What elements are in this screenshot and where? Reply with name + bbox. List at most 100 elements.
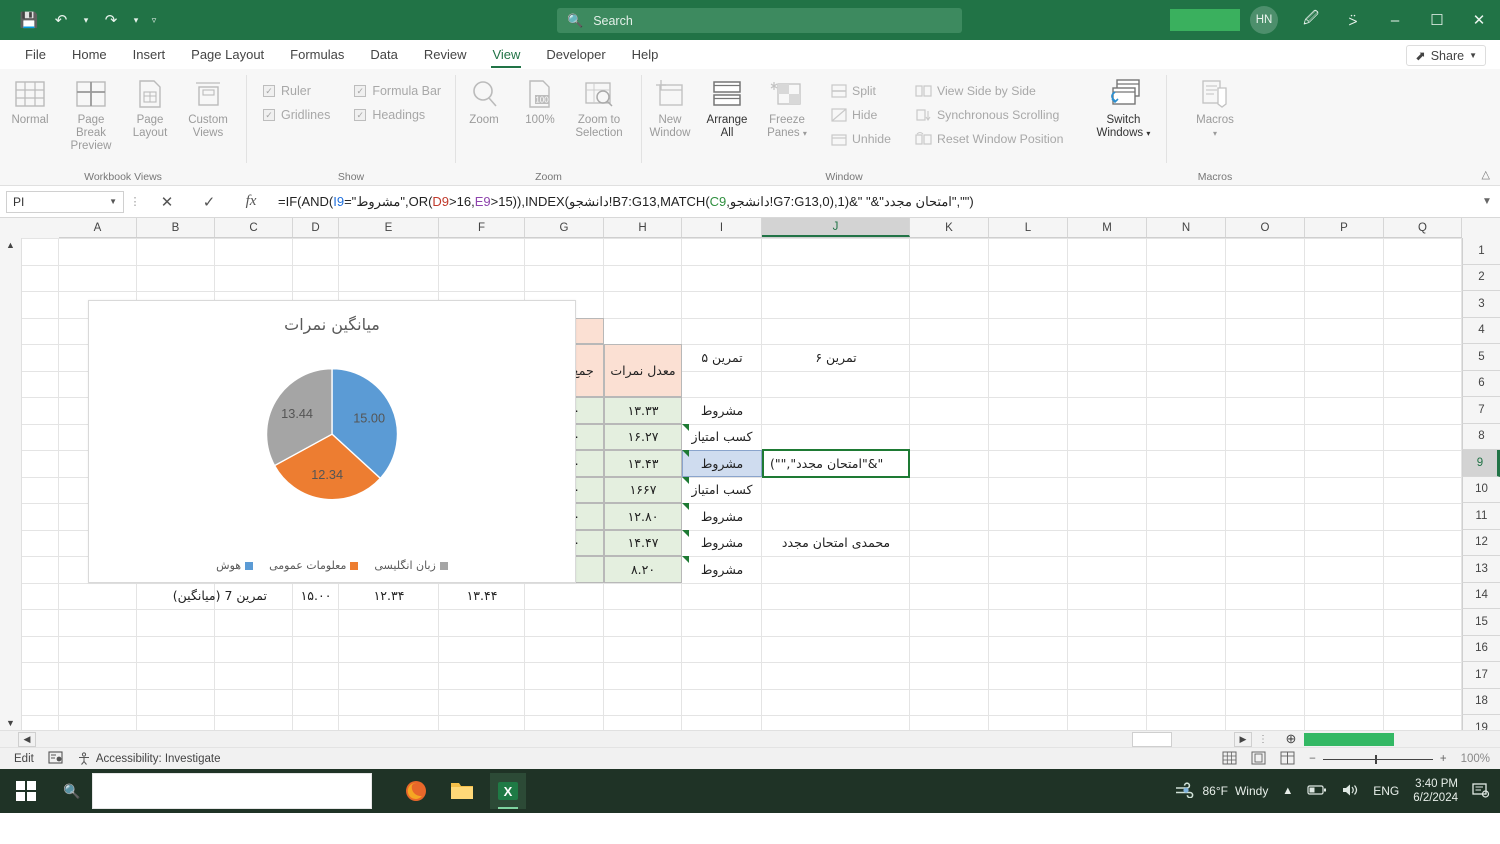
tab-data[interactable]: Data xyxy=(357,41,410,69)
enter-icon[interactable]: ✓ xyxy=(188,193,230,211)
firefox-icon[interactable] xyxy=(398,773,434,809)
cell-average-row-12[interactable]: ۱۴.۴۷ xyxy=(604,529,682,556)
row-header-19[interactable]: 19 xyxy=(1462,715,1500,730)
tab-insert[interactable]: Insert xyxy=(120,41,179,69)
scroll-right-arrow[interactable]: ▶ xyxy=(1234,731,1252,747)
row-header-8[interactable]: 8 xyxy=(1462,423,1500,450)
add-sheet-button[interactable]: ⊕ xyxy=(1280,731,1302,747)
tab-view[interactable]: View xyxy=(479,41,533,69)
zoom-out-button[interactable]: − xyxy=(1309,753,1316,765)
row-header-6[interactable]: 6 xyxy=(1462,370,1500,397)
taskbar-search[interactable]: 🔍 xyxy=(52,773,372,809)
restore-icon[interactable]: ☐ xyxy=(1416,0,1458,40)
cell-exercise6-row-12[interactable]: محمدی امتحان مجدد xyxy=(762,530,910,557)
cell-exercise5-row-8[interactable]: کسب امتیاز xyxy=(682,424,762,451)
unhide-button[interactable]: Unhide xyxy=(826,130,896,148)
column-header-L[interactable]: L xyxy=(989,218,1068,237)
column-header-I[interactable]: I xyxy=(682,218,762,237)
undo-dropdown-icon[interactable]: ▾ xyxy=(78,7,94,33)
hide-button[interactable]: Hide xyxy=(826,106,896,124)
cancel-icon[interactable]: ✕ xyxy=(146,193,188,211)
macros-button[interactable]: Macros ▾ xyxy=(1178,74,1252,142)
cell-average-general[interactable]: ۱۲.۳۴ xyxy=(339,583,439,610)
switch-windows-button[interactable]: Switch Windows ▾ xyxy=(1084,74,1162,142)
redo-dropdown-icon[interactable]: ▾ xyxy=(128,7,144,33)
cell-exercise5-row-12[interactable]: مشروط xyxy=(682,530,762,557)
page-break-preview-button[interactable]: Page Break Preview xyxy=(60,74,122,155)
checkbox-ruler[interactable]: ✓ Ruler xyxy=(263,84,330,98)
legend-item[interactable]: هوش xyxy=(216,559,254,572)
scroll-left-arrow[interactable]: ◀ xyxy=(18,731,36,747)
zoom-100-button[interactable]: 100 100% xyxy=(512,74,568,129)
horizontal-scroll-track[interactable] xyxy=(36,731,1234,747)
name-box[interactable]: PI ▼ xyxy=(6,190,124,213)
row-header-15[interactable]: 15 xyxy=(1462,609,1500,636)
taskbar-search-input[interactable] xyxy=(92,773,372,809)
select-all-corner[interactable] xyxy=(1462,218,1500,238)
cell-average-row-7[interactable]: ۱۳.۳۳ xyxy=(604,397,682,424)
zoom-in-button[interactable]: + xyxy=(1440,753,1447,765)
save-icon[interactable]: 💾 xyxy=(14,7,44,33)
ribbon-display-icon[interactable]: ⍩ xyxy=(1332,0,1374,40)
row-header-5[interactable]: 5 xyxy=(1462,344,1500,371)
tab-home[interactable]: Home xyxy=(59,41,120,69)
zoom-level-label[interactable]: 100% xyxy=(1461,753,1490,765)
record-macro-icon[interactable] xyxy=(48,750,63,767)
battery-icon[interactable] xyxy=(1307,783,1327,799)
arrange-all-button[interactable]: Arrange All xyxy=(698,74,756,142)
tab-review[interactable]: Review xyxy=(411,41,480,69)
cell-average-row-9[interactable]: ۱۳.۴۳ xyxy=(604,450,682,477)
new-window-button[interactable]: New Window xyxy=(642,74,698,142)
redo-icon[interactable]: ↷ xyxy=(96,7,126,33)
excel-icon[interactable]: X xyxy=(490,773,526,809)
column-header-C[interactable]: C xyxy=(215,218,293,237)
notification-icon[interactable] xyxy=(1472,782,1490,801)
undo-icon[interactable]: ↶ xyxy=(46,7,76,33)
synchronous-scrolling-button[interactable]: Synchronous Scrolling xyxy=(910,106,1068,124)
minimize-icon[interactable]: – xyxy=(1374,0,1416,40)
view-side-by-side-button[interactable]: View Side by Side xyxy=(910,82,1068,100)
checkbox-headings[interactable]: ✓ Headings xyxy=(354,108,441,122)
column-header-F[interactable]: F xyxy=(439,218,525,237)
column-header-J[interactable]: J xyxy=(762,218,910,237)
column-header-H[interactable]: H xyxy=(604,218,682,237)
close-icon[interactable]: ✕ xyxy=(1458,0,1500,40)
column-header-M[interactable]: M xyxy=(1068,218,1147,237)
tab-developer[interactable]: Developer xyxy=(533,41,618,69)
show-hidden-icons-icon[interactable]: ▲ xyxy=(1282,785,1293,797)
zoom-knob[interactable] xyxy=(1374,754,1377,764)
pen-icon[interactable]: 🖉 xyxy=(1290,0,1332,40)
checkbox-formula-bar[interactable]: ✓ Formula Bar xyxy=(354,84,441,98)
cell-average-intelligence[interactable]: ۱۵.۰۰ xyxy=(293,583,339,610)
vertical-scrollbar-left[interactable]: ▲ ▼ xyxy=(0,238,22,730)
row-header-3[interactable]: 3 xyxy=(1462,291,1500,318)
cell-average-row-8[interactable]: ۱۶.۲۷ xyxy=(604,423,682,450)
column-header-G[interactable]: G xyxy=(525,218,604,237)
legend-item[interactable]: معلومات عمومی xyxy=(269,559,359,572)
row-header-4[interactable]: 4 xyxy=(1462,317,1500,344)
row-header-2[interactable]: 2 xyxy=(1462,264,1500,291)
scroll-down-arrow[interactable]: ▼ xyxy=(0,718,21,728)
cell-average-row-13[interactable]: ۸.۲۰ xyxy=(604,556,682,583)
zoom-to-selection-button[interactable]: Zoom to Selection xyxy=(568,74,630,142)
page-break-view-icon[interactable] xyxy=(1280,751,1295,768)
sheet-tab-redacted[interactable] xyxy=(1304,732,1394,746)
reset-window-position-button[interactable]: Reset Window Position xyxy=(910,130,1068,148)
row-header-1[interactable]: 1 xyxy=(1462,238,1500,265)
cell-exercise5-row-7[interactable]: مشروط xyxy=(682,397,762,424)
page-layout-view-icon[interactable] xyxy=(1251,751,1266,768)
custom-views-button[interactable]: Custom Views xyxy=(178,74,238,142)
column-header-E[interactable]: E xyxy=(339,218,439,237)
page-layout-button[interactable]: Page Layout xyxy=(122,74,178,142)
freeze-panes-button[interactable]: Freeze Panes ▾ xyxy=(756,74,818,142)
row-header-10[interactable]: 10 xyxy=(1462,476,1500,503)
share-button[interactable]: ⬈ Share ▼ xyxy=(1406,45,1486,66)
checkbox-gridlines[interactable]: ✓ Gridlines xyxy=(263,108,330,122)
formula-input[interactable]: =IF(AND(I9 ="مشروط",OR(D9 >16, E9 >15)),INDE… xyxy=(272,190,1474,214)
row-header-11[interactable]: 11 xyxy=(1462,503,1500,530)
windows-start-icon[interactable] xyxy=(0,781,52,801)
column-header-A[interactable]: A xyxy=(59,218,137,237)
accessibility-button[interactable]: Accessibility: Investigate xyxy=(77,752,220,765)
taskbar-search-icon[interactable]: 🔍 xyxy=(52,783,92,800)
row-header-9[interactable]: 9 xyxy=(1462,450,1500,477)
